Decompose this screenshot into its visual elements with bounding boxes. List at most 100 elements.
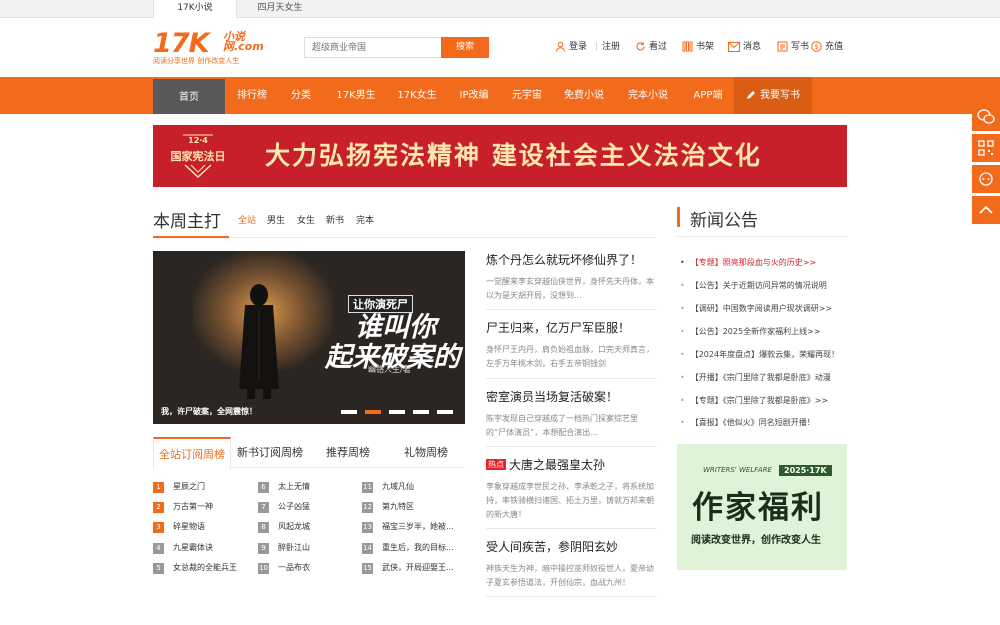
carousel-dot[interactable]	[389, 410, 405, 414]
rank-number: 5	[153, 563, 164, 574]
rank-item[interactable]: 5 女总裁的全能兵王	[153, 562, 237, 574]
rank-item[interactable]: 15 武侠，开局迎娶王...	[362, 562, 454, 574]
recharge-link[interactable]: $ 充值	[811, 39, 843, 55]
nav-metaverse[interactable]: 元宇宙	[505, 77, 549, 114]
register-link[interactable]: 注册	[602, 39, 620, 55]
wechat-float-button[interactable]	[972, 103, 1000, 131]
constitution-day-banner[interactable]: 12·4 国家宪法日 大力弘扬宪法精神 建设社会主义法治文化	[153, 125, 847, 187]
header-links: 登录 | 注册 看过 书架 消息 写书 $ 充值	[555, 39, 855, 55]
news-item[interactable]: • 【调研】中国数字阅读用户现状调研>>	[680, 303, 832, 314]
book-write-icon	[777, 41, 788, 52]
nav-category[interactable]: 分类	[282, 77, 320, 114]
news-title: 新闻公告	[690, 211, 758, 231]
nav-free[interactable]: 免费小说	[558, 77, 610, 114]
story-desc: 李象穿越成李世民之孙、李承乾之子，将系统加持，率铁骑横扫诸国、拓土万里，铸就万邦…	[486, 482, 654, 519]
chevron-up-icon	[979, 205, 993, 214]
nav-ip[interactable]: IP改编	[452, 77, 496, 114]
rank-item[interactable]: 8 风起龙城	[258, 521, 310, 533]
rank-number: 4	[153, 543, 164, 554]
story-title[interactable]: 尸王归来，亿万尸军臣服！	[486, 319, 657, 336]
history-link[interactable]: 看过	[635, 39, 667, 55]
tab-recommend[interactable]: 推荐周榜	[309, 437, 387, 468]
news-item[interactable]: • 【公告】关于近期访问异常的情况说明	[680, 280, 827, 291]
feature-title-line1: 谁叫你	[355, 312, 436, 343]
story-divider	[486, 378, 657, 379]
rank-item[interactable]: 1 星辰之门	[153, 481, 205, 493]
tab-siyuetian[interactable]: 四月天女生	[238, 0, 322, 18]
rank-item[interactable]: 6 太上无情	[258, 481, 310, 493]
qrcode-icon	[978, 140, 994, 156]
filter-male[interactable]: 男生	[267, 213, 285, 226]
story-divider	[486, 446, 657, 447]
story-item[interactable]: 炼个丹怎么就玩坏修仙界了！ 一觉醒来李玄穿越仙侠世界，身怀先天丹体，本以为是天胡…	[486, 251, 657, 303]
login-link[interactable]: 登录	[555, 39, 587, 55]
shelf-link[interactable]: 书架	[682, 39, 714, 55]
news-item[interactable]: • 【2024年度盘点】爆款云集，荣耀再现！	[680, 349, 839, 360]
messages-link[interactable]: 消息	[728, 39, 761, 55]
news-item-text: 【专题】《宗门里除了我都是卧底》>>	[690, 396, 829, 405]
nav-write-button[interactable]: 我要写书	[734, 77, 812, 114]
story-divider	[486, 528, 657, 529]
carousel-dot[interactable]	[413, 410, 429, 414]
rank-item[interactable]: 7 公子凶猛	[258, 501, 310, 513]
search-button[interactable]: 搜索	[441, 37, 489, 58]
write-label: 写书	[791, 42, 810, 52]
filter-new[interactable]: 新书	[326, 213, 344, 226]
rank-item[interactable]: 4 九星霸体诀	[153, 542, 213, 554]
news-item[interactable]: • 【开播】《宗门里除了我都是卧底》动漫	[680, 372, 831, 383]
carousel-dot[interactable]	[437, 410, 453, 414]
rank-number: 14	[362, 543, 373, 554]
story-item[interactable]: 尸王归来，亿万尸军臣服！ 身怀尸王内丹，肩负始祖血脉，口完天师真言，左手万年桃木…	[486, 319, 657, 371]
qrcode-float-button[interactable]	[972, 134, 1000, 162]
rank-item[interactable]: 12 第九特区	[362, 501, 414, 513]
news-item[interactable]: • 【公告】2025全新作家福利上线>>	[680, 326, 820, 337]
story-item[interactable]: 热点 大唐之最强皇太孙 李象穿越成李世民之孙、李承乾之子，将系统加持，率铁骑横扫诸…	[486, 456, 657, 522]
tab-site-subscribe[interactable]: 全站订阅周榜	[153, 437, 231, 469]
nav-17k-male[interactable]: 17K男生	[330, 77, 382, 114]
story-title[interactable]: 受人间疾苦，参阴阳玄妙	[486, 538, 657, 555]
rank-item[interactable]: 9 醉卧江山	[258, 542, 310, 554]
site-logo[interactable]: 17K 小说网.com 阅读分享世界 创作改变人生	[153, 28, 268, 66]
story-title[interactable]: 炼个丹怎么就玩坏修仙界了！	[486, 251, 657, 268]
rank-title: 福宝三岁半，她被...	[382, 522, 454, 531]
writer-welfare-banner[interactable]: WRITERS' WELFARE 2025·17K 作家福利 阅读改变世界，创作…	[677, 444, 847, 570]
story-title[interactable]: 热点 大唐之最强皇太孙	[486, 456, 657, 473]
rank-number: 3	[153, 522, 164, 533]
search-input[interactable]	[304, 37, 441, 58]
news-item[interactable]: • 【专题】照亮那段血与火的历史>>	[680, 257, 816, 268]
carousel-dot-active[interactable]	[365, 410, 381, 414]
rank-title: 九域凡仙	[382, 482, 414, 491]
nav-17k-female[interactable]: 17K女生	[391, 77, 443, 114]
feature-carousel[interactable]: 让你演死尸 谁叫你 起来破案的 幽铬人生/著 我，许尸破案，全网震惊！	[153, 251, 465, 424]
rank-item[interactable]: 10 一品布衣	[258, 562, 310, 574]
badge-text: 国家宪法日	[171, 149, 226, 163]
story-desc: 神族天生为神，暗中操控巫师奴役世人，夏帝幼子夏玄参悟道法，开创仙宗，血战九州！	[486, 564, 654, 587]
write-link[interactable]: 写书	[777, 39, 809, 55]
filter-finished[interactable]: 完本	[356, 213, 374, 226]
story-item[interactable]: 受人间疾苦，参阴阳玄妙 神族天生为神，暗中操控巫师奴役世人，夏帝幼子夏玄参悟道法…	[486, 538, 657, 590]
rank-item[interactable]: 14 重生后，我的目标...	[362, 542, 454, 554]
rank-item[interactable]: 3 碎星物语	[153, 521, 205, 533]
rank-item[interactable]: 2 万古第一神	[153, 501, 213, 513]
rank-title: 太上无情	[278, 482, 310, 491]
filter-female[interactable]: 女生	[297, 213, 315, 226]
back-to-top-button[interactable]	[972, 196, 1000, 224]
story-item[interactable]: 密室演员当场复活破案！ 陈宇发现自己穿越成了一档热门探案综艺里的“尸体演员”，本…	[486, 388, 657, 440]
tab-17k[interactable]: 17K小说	[153, 0, 237, 18]
carousel-dot[interactable]	[341, 410, 357, 414]
filter-all[interactable]: 全站	[238, 213, 256, 226]
nav-finished[interactable]: 完本小说	[620, 77, 676, 114]
news-item[interactable]: • 【专题】《宗门里除了我都是卧底》>>	[680, 395, 828, 406]
service-float-button[interactable]	[972, 165, 1000, 193]
nav-home[interactable]: 首页	[153, 77, 225, 114]
nav-ranking[interactable]: 排行榜	[230, 77, 274, 114]
rank-item[interactable]: 11 九域凡仙	[362, 481, 414, 493]
rank-item[interactable]: 13 福宝三岁半，她被...	[362, 521, 454, 533]
nav-app[interactable]: APP端	[686, 77, 730, 114]
weekly-underline	[153, 236, 229, 238]
story-title[interactable]: 密室演员当场复活破案！	[486, 388, 657, 405]
news-divider	[677, 236, 847, 237]
tab-gift[interactable]: 礼物周榜	[387, 437, 465, 468]
news-item[interactable]: • 【喜报】《他似火》同名短剧开播！	[680, 417, 815, 428]
tab-new-subscribe[interactable]: 新书订阅周榜	[231, 437, 309, 468]
